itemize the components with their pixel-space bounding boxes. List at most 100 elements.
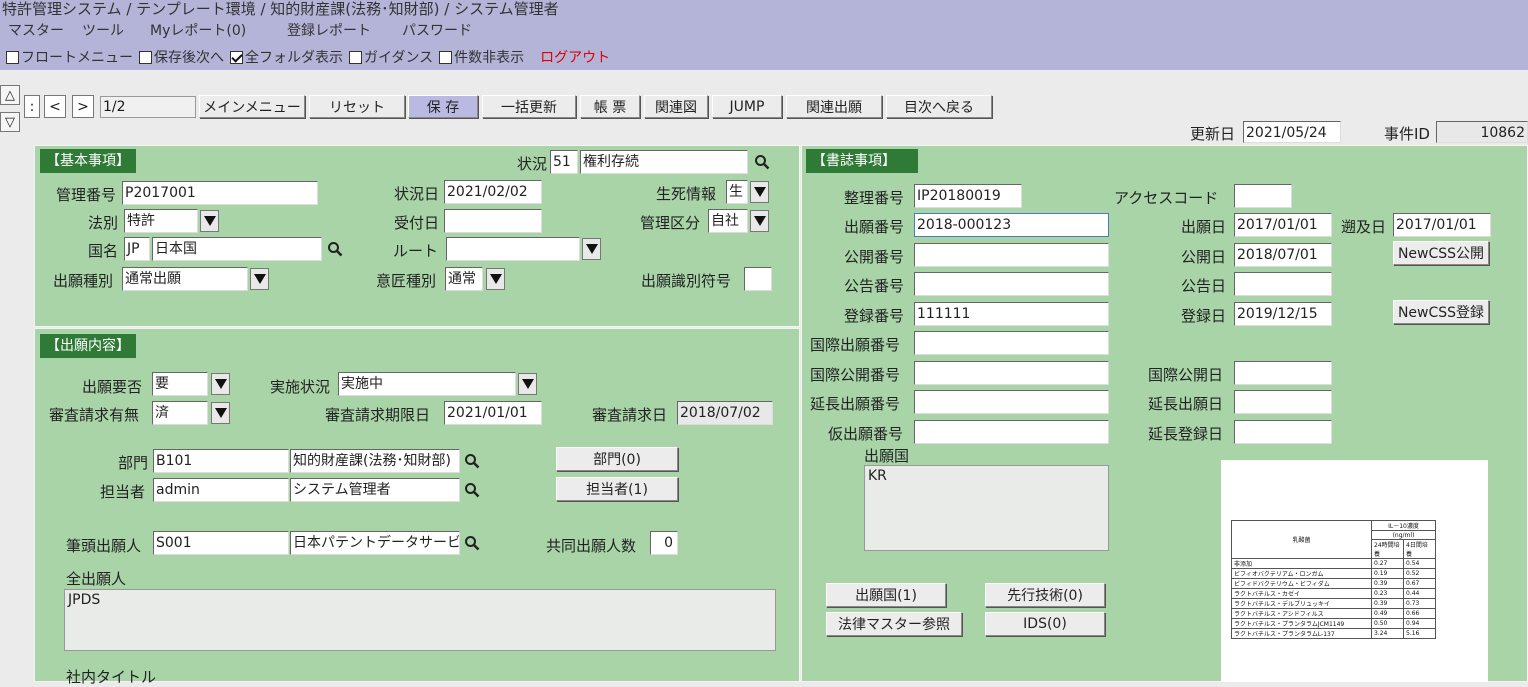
ids-button[interactable]: IDS(0)	[985, 612, 1105, 636]
country-search-icon[interactable]	[325, 238, 345, 260]
exam-request-select[interactable]: 済	[152, 401, 208, 425]
ext-app-no-field[interactable]	[914, 390, 1109, 414]
checkbox-checked-icon[interactable]	[230, 50, 243, 64]
app-id-field[interactable]	[744, 267, 772, 291]
lead-applicant-name-field[interactable]: 日本パテントデータサービス	[290, 531, 460, 555]
retro-date-field[interactable]: 2017/01/01	[1393, 213, 1491, 237]
lead-applicant-search-icon[interactable]	[462, 532, 482, 554]
app-date-field[interactable]: 2017/01/01	[1234, 213, 1332, 237]
app-no-field[interactable]: 2018-000123	[914, 213, 1109, 237]
person-search-icon[interactable]	[462, 479, 482, 501]
scroll-down-button[interactable]: ▽	[0, 112, 20, 132]
country-name-field[interactable]: 日本国	[152, 237, 322, 261]
bulk-update-button[interactable]: 一括更新	[482, 95, 576, 118]
menu-tools[interactable]: ツール	[82, 20, 124, 40]
intl-app-no-field[interactable]	[914, 331, 1109, 355]
countries-button[interactable]: 出願国(1)	[826, 583, 946, 607]
person-name-field[interactable]: システム管理者	[290, 478, 460, 502]
main-menu-button[interactable]: メインメニュー	[199, 95, 305, 118]
menu-registered-report[interactable]: 登録レポート	[287, 20, 371, 40]
logout-link[interactable]: ログアウト	[540, 47, 610, 67]
status-search-icon[interactable]	[752, 151, 772, 173]
scroll-up-button[interactable]: △	[0, 85, 20, 105]
countries-textarea[interactable]: KR	[864, 465, 1109, 551]
update-date-label: 更新日	[1190, 125, 1236, 143]
person-code-field[interactable]: admin	[153, 478, 289, 502]
mgmt-no-field[interactable]: P2017001	[122, 181, 318, 205]
reset-button[interactable]: リセット	[309, 95, 405, 118]
checkbox-icon[interactable]	[6, 50, 19, 64]
prev-record-button[interactable]: <	[44, 95, 66, 118]
mgmt-class-dropdown-icon[interactable]	[750, 210, 769, 232]
app-type-dropdown-icon[interactable]	[250, 268, 269, 290]
report-button[interactable]: 帳 票	[580, 95, 640, 118]
drawing-thumbnail-image[interactable]: 乳酸菌 IL－10濃度 (ng/ml) 24時間培養 4日間培養 非添加 0.27…	[1221, 460, 1488, 682]
app-need-select[interactable]: 要	[152, 372, 208, 396]
checkbox-icon[interactable]	[439, 50, 453, 64]
impl-status-select[interactable]: 実施中	[338, 372, 516, 396]
newcss-publish-button[interactable]: NewCSS公開	[1393, 241, 1489, 265]
joint-applicants-field[interactable]: 0	[650, 531, 678, 555]
option-float-menu[interactable]: フロートメニュー	[6, 47, 133, 67]
checkbox-icon[interactable]	[349, 50, 362, 64]
announce-date-field[interactable]	[1234, 272, 1332, 296]
all-applicants-textarea[interactable]: JPDS	[64, 589, 776, 651]
prov-app-no-field[interactable]	[914, 420, 1109, 444]
dept-name-field[interactable]: 知的財産課(法務･知財部)	[290, 449, 460, 473]
first-record-button[interactable]: :	[24, 95, 40, 118]
update-date-field[interactable]: 2021/05/24	[1243, 121, 1341, 143]
dept-button[interactable]: 部門(0)	[556, 447, 678, 471]
newcss-register-button[interactable]: NewCSS登録	[1393, 300, 1489, 324]
intl-pub-no-field[interactable]	[914, 361, 1109, 385]
option-guidance[interactable]: ガイダンス	[349, 47, 433, 67]
prior-art-button[interactable]: 先行技術(0)	[985, 583, 1105, 607]
law-type-select[interactable]: 特許	[124, 209, 198, 233]
reg-no-field[interactable]: 111111	[914, 302, 1109, 326]
reg-date-field[interactable]: 2019/12/15	[1234, 302, 1332, 326]
menu-my-report[interactable]: Myレポート(0)	[150, 20, 246, 40]
relation-diagram-button[interactable]: 関連図	[644, 95, 708, 118]
menu-master[interactable]: マスター	[8, 20, 64, 40]
route-select[interactable]	[446, 237, 580, 261]
jump-button[interactable]: JUMP	[712, 95, 782, 118]
pub-no-field[interactable]	[914, 243, 1109, 267]
exam-deadline-field[interactable]: 2021/01/01	[444, 401, 542, 425]
design-type-dropdown-icon[interactable]	[486, 268, 505, 290]
exam-request-dropdown-icon[interactable]	[211, 402, 230, 424]
checkbox-icon[interactable]	[139, 50, 152, 64]
lead-applicant-code-field[interactable]: S001	[153, 531, 289, 555]
ref-no-field[interactable]: IP20180019	[914, 184, 1022, 208]
pub-date-field[interactable]: 2018/07/01	[1234, 243, 1332, 267]
life-info-dropdown-icon[interactable]	[750, 181, 769, 203]
option-hide-count[interactable]: 件数非表示	[439, 47, 524, 67]
ext-reg-date-field[interactable]	[1234, 420, 1332, 444]
status-date-field[interactable]: 2021/02/02	[444, 180, 542, 204]
received-date-field[interactable]	[444, 209, 542, 233]
dept-search-icon[interactable]	[462, 450, 482, 472]
access-code-field[interactable]	[1234, 184, 1292, 208]
design-type-select[interactable]: 通常	[445, 267, 483, 291]
app-need-dropdown-icon[interactable]	[211, 373, 230, 395]
status-text-field[interactable]: 権利存続	[580, 150, 748, 174]
country-code-field[interactable]: JP	[124, 237, 150, 261]
law-master-button[interactable]: 法律マスター参照	[826, 612, 962, 636]
route-dropdown-icon[interactable]	[582, 238, 601, 260]
related-apps-button[interactable]: 関連出願	[786, 95, 882, 118]
ext-app-date-field[interactable]	[1234, 390, 1332, 414]
law-type-dropdown-icon[interactable]	[200, 210, 219, 232]
status-code-field[interactable]: 51	[550, 150, 578, 174]
impl-status-dropdown-icon[interactable]	[518, 373, 537, 395]
next-record-button[interactable]: >	[72, 95, 94, 118]
option-show-all-folders[interactable]: 全フォルダ表示	[230, 47, 343, 67]
back-to-index-button[interactable]: 目次へ戻る	[886, 95, 992, 118]
menu-password[interactable]: パスワード	[402, 20, 472, 40]
intl-pub-date-field[interactable]	[1234, 361, 1332, 385]
announce-no-field[interactable]	[914, 272, 1109, 296]
app-type-select[interactable]: 通常出願	[122, 267, 248, 291]
option-next-after-save[interactable]: 保存後次へ	[139, 47, 224, 67]
save-button[interactable]: 保 存	[408, 95, 478, 118]
mgmt-class-select[interactable]: 自社	[708, 209, 748, 233]
person-button[interactable]: 担当者(1)	[556, 477, 678, 501]
dept-code-field[interactable]: B101	[153, 449, 289, 473]
life-info-select[interactable]: 生	[726, 180, 748, 204]
